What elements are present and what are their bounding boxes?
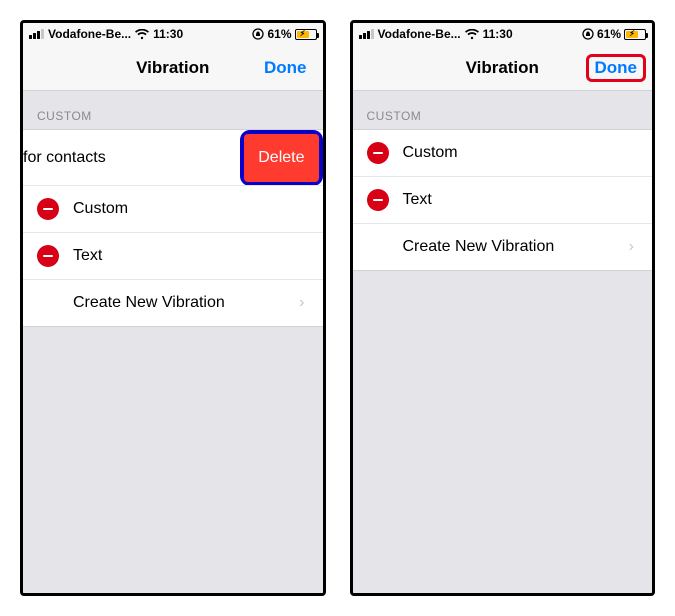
chevron-right-icon: ›	[299, 294, 308, 312]
wifi-icon	[465, 29, 479, 40]
remove-icon[interactable]	[367, 189, 389, 211]
signal-icon	[29, 29, 44, 39]
create-new-row[interactable]: Create New Vibration ›	[353, 223, 653, 271]
custom-list: for contacts Delete Custom Text Create N…	[23, 129, 323, 327]
navbar: Vibration Done	[23, 45, 323, 91]
status-left: Vodafone-Be... 11:30	[359, 27, 513, 41]
custom-list: Custom Text Create New Vibration ›	[353, 129, 653, 271]
status-right: 61% ⚡︎	[252, 27, 316, 41]
list-item-label: Custom	[403, 144, 458, 162]
status-bar: Vodafone-Be... 11:30 61% ⚡︎	[23, 23, 323, 45]
status-right: 61% ⚡︎	[582, 27, 646, 41]
battery-pct-label: 61%	[597, 27, 621, 41]
create-new-label: Create New Vibration	[73, 294, 225, 312]
status-bar: Vodafone-Be... 11:30 61% ⚡︎	[353, 23, 653, 45]
delete-button[interactable]: Delete	[244, 134, 318, 182]
remove-icon[interactable]	[367, 142, 389, 164]
page-title: Vibration	[136, 58, 209, 78]
rotation-lock-icon	[582, 28, 594, 40]
page-title: Vibration	[466, 58, 539, 78]
remove-icon[interactable]	[37, 198, 59, 220]
list-item[interactable]: Text	[23, 232, 323, 279]
battery-icon: ⚡︎	[624, 29, 646, 40]
list-item-label: Custom	[73, 200, 128, 218]
empty-area	[353, 271, 653, 593]
phone-left: Vodafone-Be... 11:30 61% ⚡︎ Vibration Do…	[20, 20, 326, 596]
rotation-lock-icon	[252, 28, 264, 40]
carrier-label: Vodafone-Be...	[378, 27, 461, 41]
chevron-right-icon: ›	[629, 238, 638, 256]
time-label: 11:30	[483, 27, 513, 41]
list-item-label: Text	[73, 247, 102, 265]
delete-button-highlight: Delete	[240, 130, 322, 186]
create-new-row[interactable]: Create New Vibration ›	[23, 279, 323, 327]
list-item[interactable]: Custom	[23, 185, 323, 232]
navbar: Vibration Done	[353, 45, 653, 91]
wifi-icon	[135, 29, 149, 40]
list-item[interactable]: Custom	[353, 129, 653, 176]
signal-icon	[359, 29, 374, 39]
battery-pct-label: 61%	[267, 27, 291, 41]
section-header-custom: CUSTOM	[23, 91, 323, 129]
list-item[interactable]: Text	[353, 176, 653, 223]
phone-right: Vodafone-Be... 11:30 61% ⚡︎ Vibration Do…	[350, 20, 656, 596]
empty-area	[23, 327, 323, 593]
time-label: 11:30	[153, 27, 183, 41]
section-header-custom: CUSTOM	[353, 91, 653, 129]
create-new-label: Create New Vibration	[403, 238, 555, 256]
done-button[interactable]: Done	[586, 54, 647, 82]
done-button[interactable]: Done	[258, 56, 313, 80]
status-left: Vodafone-Be... 11:30	[29, 27, 183, 41]
swiped-row-label: for contacts	[23, 149, 106, 167]
list-item-label: Text	[403, 191, 432, 209]
list-row-swiped[interactable]: for contacts Delete	[23, 129, 323, 185]
battery-icon: ⚡︎	[295, 29, 317, 40]
remove-icon[interactable]	[37, 245, 59, 267]
carrier-label: Vodafone-Be...	[48, 27, 131, 41]
